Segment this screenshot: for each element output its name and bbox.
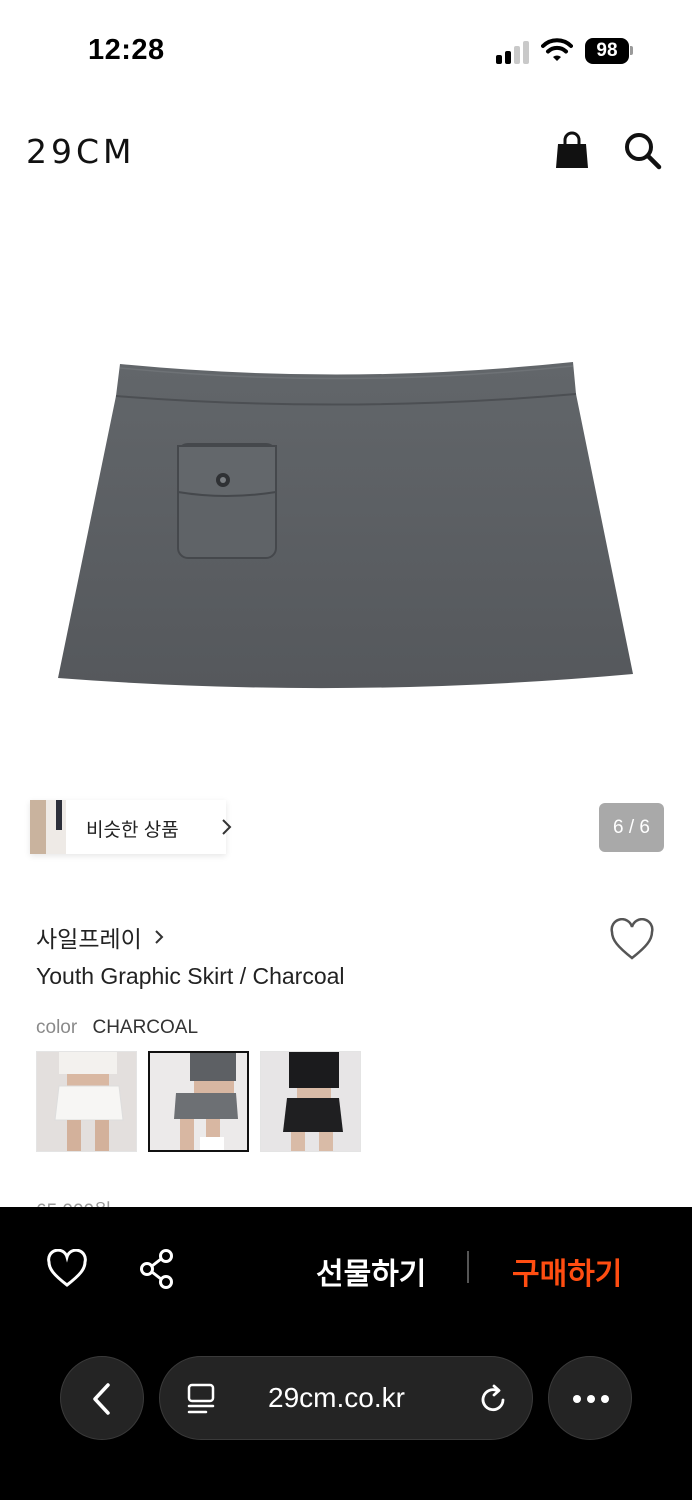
browser-more-button[interactable] [548,1356,632,1440]
more-dots-icon [573,1395,609,1403]
color-value: CHARCOAL [92,1017,199,1038]
wifi-icon [541,38,573,61]
image-counter: 6 / 6 [599,803,664,852]
shopping-bag-button[interactable] [550,128,594,172]
site-header: 29CM [0,110,692,190]
skirt-illustration [58,362,633,689]
swatch-white[interactable] [36,1051,137,1152]
gift-button[interactable]: 선물하기 [316,1249,426,1293]
like-button[interactable] [608,918,656,962]
status-time: 12:28 [88,34,165,66]
heart-icon [610,918,654,960]
purchase-action-bar: 선물하기 구매하기 [0,1207,692,1330]
status-bar: 12:28 98 [0,0,692,100]
chevron-left-icon [93,1383,110,1415]
color-label: color [36,1017,78,1038]
similar-products-thumbnail [30,800,66,854]
color-row: color CHARCOAL [36,1017,198,1039]
browser-back-button[interactable] [60,1356,144,1440]
chevron-right-icon [155,930,164,944]
reload-icon[interactable] [478,1383,510,1415]
swatch-charcoal[interactable] [148,1051,249,1152]
battery-nub [630,46,633,55]
share-icon [140,1249,173,1289]
similar-products-button[interactable]: 비슷한 상품 [30,800,232,854]
share-button[interactable] [138,1247,178,1291]
shopping-bag-icon [556,131,588,168]
site-logo[interactable]: 29CM [26,132,136,171]
search-icon [625,133,662,170]
similar-products-label: 비슷한 상품 [86,820,179,841]
address-bar[interactable]: 29cm.co.kr [159,1356,533,1440]
brand-name: 사일프레이 [36,926,142,952]
product-title: Youth Graphic Skirt / Charcoal [36,963,345,989]
battery-indicator: 98 [585,38,629,64]
chevron-right-icon [222,819,232,835]
browser-toolbar: 29cm.co.kr [0,1330,692,1500]
action-divider [467,1251,469,1283]
search-button[interactable] [620,128,664,172]
product-main-image[interactable] [0,200,692,780]
swatch-black[interactable] [260,1051,361,1152]
wishlist-button[interactable] [45,1248,89,1289]
heart-icon [47,1248,87,1287]
buy-button[interactable]: 구매하기 [512,1249,622,1293]
brand-link[interactable]: 사일프레이 [36,920,166,954]
cellular-signal-icon [496,40,532,64]
url-text: 29cm.co.kr [268,1382,405,1413]
reader-mode-icon [187,1383,215,1414]
